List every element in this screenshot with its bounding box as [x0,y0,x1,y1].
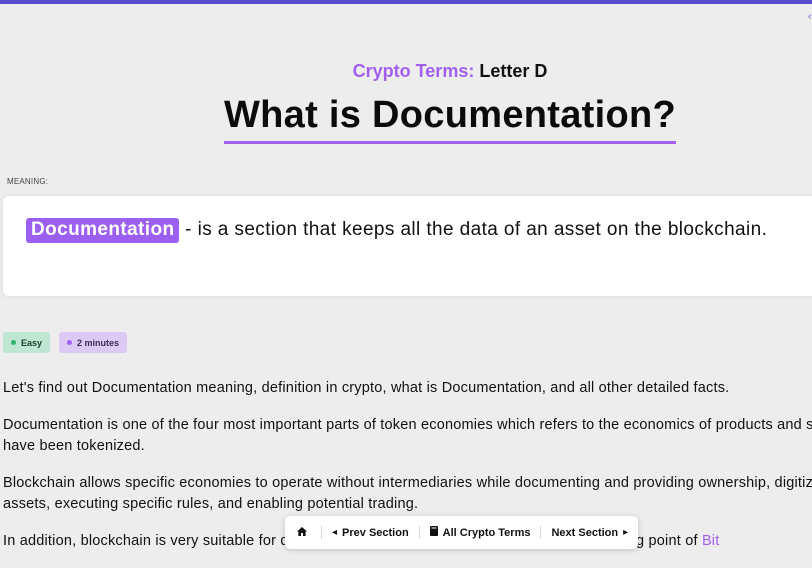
next-section-label: Next Section [551,526,619,539]
paragraph-1: Let's find out Documentation meaning, de… [3,380,730,396]
subtitle-letter: Letter D [479,61,548,81]
caret-left-icon: ◂ [332,527,338,538]
section-nav-bar: ◂ Prev Section All Crypto Terms Next Sec… [285,516,639,549]
top-accent-bar [0,0,812,4]
meaning-label: MEANING: [7,177,49,186]
page-subtitle: Crypto Terms: Letter D [0,61,812,82]
corner-arrow-icon[interactable]: ‹ [808,12,812,22]
read-time-label: 2 minutes [77,337,120,348]
caret-right-icon: ▸ [623,527,629,538]
read-time-dot-icon [67,340,73,345]
paragraph-2: Documentation is one of the four most im… [3,417,812,454]
term-tag: Documentation [26,218,180,243]
title-container: What is Documentation? [0,94,812,144]
difficulty-dot-icon [11,340,16,345]
home-button[interactable] [285,516,321,549]
difficulty-label: Easy [21,337,43,348]
prev-section-button[interactable]: ◂ Prev Section [322,516,419,549]
read-time-badge: 2 minutes [59,332,128,353]
definition-text: - is a section that keeps all the data o… [185,219,768,240]
all-terms-label: All Crypto Terms [442,526,531,539]
badge-row: Easy 2 minutes [3,332,128,353]
book-icon [429,526,438,539]
meaning-line: Documentation - is a section that keeps … [26,218,767,243]
subtitle-category: Crypto Terms: [352,61,475,81]
difficulty-badge: Easy [3,332,51,353]
prev-section-label: Prev Section [342,526,409,539]
meaning-card: Documentation - is a section that keeps … [3,196,812,296]
paragraph-3: Blockchain allows specific economies to … [3,475,812,512]
home-icon [297,526,307,539]
next-section-button[interactable]: Next Section ▸ [541,516,638,549]
page-title: What is Documentation? [223,94,677,144]
paragraph-4-start: In addition, blockchain is very suitable… [3,533,289,549]
all-terms-button[interactable]: All Crypto Terms [420,516,541,549]
bitcoin-link[interactable]: Bit [702,533,720,549]
